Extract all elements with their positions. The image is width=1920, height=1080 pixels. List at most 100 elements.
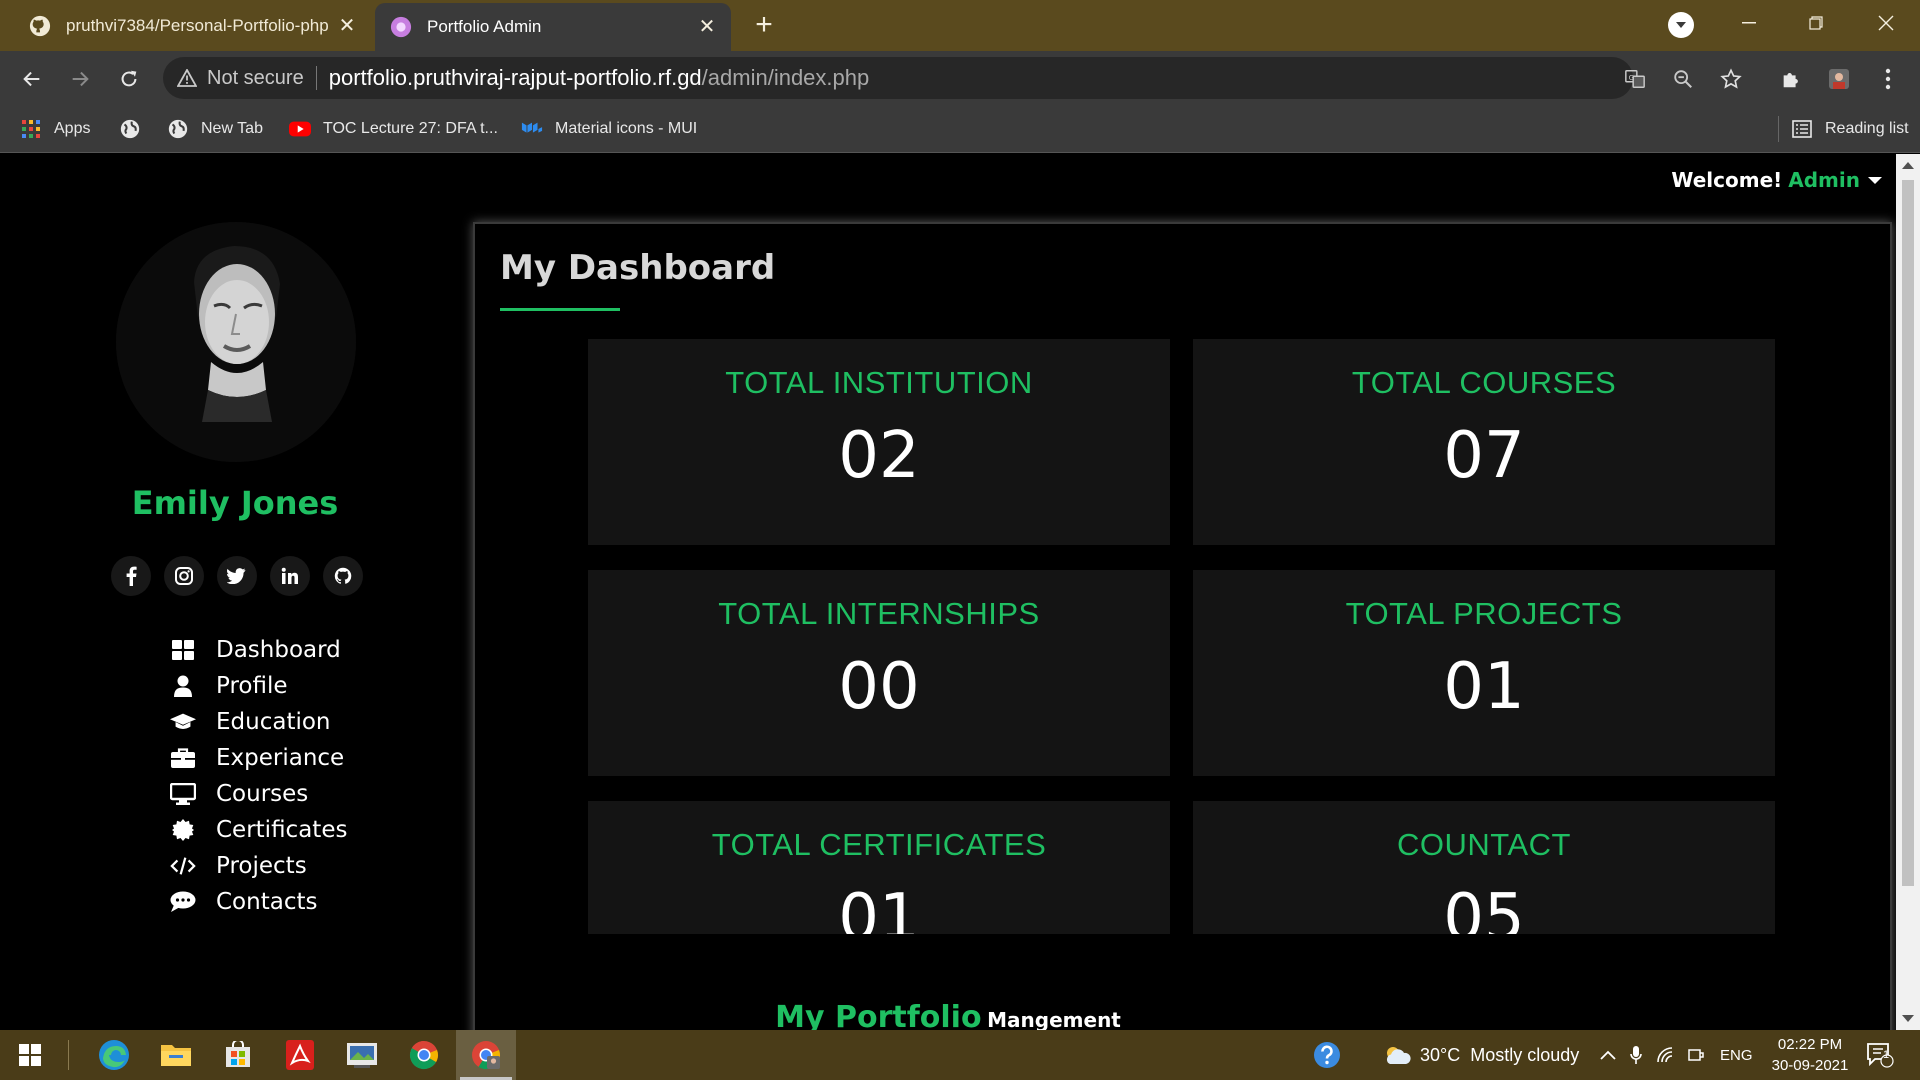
reload-icon <box>121 70 137 87</box>
wifi-icon[interactable] <box>1656 1047 1674 1063</box>
section-heading-primary: My Portfolio <box>775 1000 982 1030</box>
user-menu[interactable]: Welcome! Admin <box>1671 168 1882 192</box>
divider <box>315 66 317 90</box>
address-bar[interactable]: Not secure portfolio.pruthviraj-rajput-p… <box>163 57 1742 99</box>
stat-value: 00 <box>838 650 920 724</box>
sidebar-item-contacts[interactable]: Contacts <box>170 884 347 920</box>
windows-taskbar: 30°C Mostly cloudy ENG 02:22 PM 30-09-20… <box>0 1030 1920 1080</box>
clock[interactable]: 02:22 PM 30-09-2021 <box>1765 1034 1855 1076</box>
zoom-icon[interactable] <box>1671 67 1695 91</box>
reading-list-button[interactable]: Reading list <box>1778 116 1909 142</box>
graduation-cap-icon <box>170 709 196 735</box>
bookmark-toc-lecture[interactable]: TOC Lecture 27: DFA t... <box>289 116 498 142</box>
new-tab-button[interactable]: + <box>748 10 780 42</box>
code-icon <box>170 853 196 879</box>
weather-widget[interactable]: 30°C Mostly cloudy <box>1384 1030 1579 1080</box>
url-path: /admin/index.php <box>701 65 870 90</box>
bookmark-globe[interactable] <box>119 116 153 142</box>
extensions-button[interactable] <box>1775 63 1807 95</box>
taskbar-app-snipping[interactable] <box>332 1030 392 1080</box>
bookmark-material-icons[interactable]: Material icons - MUI <box>521 116 697 142</box>
star-icon[interactable] <box>1719 67 1743 91</box>
svg-text:G: G <box>1629 73 1635 82</box>
stat-label: TOTAL INSTITUTION <box>725 365 1033 400</box>
tab-title: pruthvi7384/Personal-Portfolio-php <box>66 15 329 35</box>
tab-search-button[interactable] <box>1668 12 1694 38</box>
menu-button[interactable] <box>1872 63 1904 95</box>
warning-icon[interactable] <box>177 69 197 87</box>
close-window-button[interactable] <box>1866 8 1906 38</box>
sidebar-item-dashboard[interactable]: Dashboard <box>170 632 347 668</box>
youtube-icon <box>289 118 311 140</box>
sidebar-item-profile[interactable]: Profile <box>170 668 347 704</box>
chevron-up-icon[interactable] <box>1600 1050 1616 1060</box>
portfolio-icon <box>389 15 413 39</box>
taskbar-app-acrobat[interactable] <box>270 1030 330 1080</box>
taskbar-app-edge[interactable] <box>84 1030 144 1080</box>
microphone-icon[interactable] <box>1630 1045 1642 1065</box>
close-icon[interactable]: ✕ <box>696 15 718 38</box>
sidebar-item-label: Contacts <box>216 889 318 915</box>
scroll-up-icon[interactable] <box>1902 162 1914 169</box>
profile-avatar[interactable] <box>1823 63 1855 95</box>
translate-icon[interactable]: G <box>1623 67 1647 91</box>
minimize-button[interactable] <box>1729 8 1769 38</box>
help-tray[interactable] <box>1312 1030 1342 1080</box>
forward-button[interactable] <box>64 63 96 95</box>
sidebar-item-experiance[interactable]: Experiance <box>170 740 347 776</box>
stat-label: TOTAL COURSES <box>1351 365 1617 400</box>
restore-button[interactable] <box>1796 8 1836 38</box>
dashboard-icon <box>170 637 196 663</box>
sidebar-item-label: Dashboard <box>216 637 341 663</box>
stat-card-courses: TOTAL COURSES 07 <box>1193 339 1775 545</box>
sidebar-item-label: Education <box>216 709 331 735</box>
taskbar-app-explorer[interactable] <box>146 1030 206 1080</box>
taskbar-app-chrome-profile[interactable] <box>456 1030 516 1080</box>
linkedin-link[interactable] <box>270 556 310 596</box>
chevron-down-icon <box>1676 22 1686 28</box>
stat-label: TOTAL PROJECTS <box>1345 596 1623 631</box>
chrome-icon <box>409 1041 438 1070</box>
tab-portfolio-admin[interactable]: Portfolio Admin ✕ <box>375 3 731 51</box>
battery-icon[interactable] <box>1688 1046 1706 1064</box>
twitter-link[interactable] <box>217 556 257 596</box>
page-scrollbar[interactable] <box>1896 154 1920 1030</box>
restore-icon <box>1809 16 1823 30</box>
tab-title: Portfolio Admin <box>427 17 542 36</box>
github-icon <box>334 567 352 584</box>
sidebar-item-courses[interactable]: Courses <box>170 776 347 812</box>
taskbar-app-chrome[interactable] <box>394 1030 454 1080</box>
browser-toolbar: Not secure portfolio.pruthviraj-rajput-p… <box>0 51 1920 106</box>
notification-count: 1 <box>1883 1049 1890 1061</box>
scrollbar-thumb[interactable] <box>1902 180 1914 886</box>
github-link[interactable] <box>323 556 363 596</box>
scroll-down-icon[interactable] <box>1902 1015 1914 1022</box>
stat-value: 01 <box>1443 650 1525 724</box>
profile-name: Emily Jones <box>131 484 339 522</box>
bookmark-new-tab[interactable]: New Tab <box>167 116 263 142</box>
sidebar-item-certificates[interactable]: Certificates <box>170 812 347 848</box>
tab-github[interactable]: pruthvi7384/Personal-Portfolio-php ✕ <box>0 0 368 51</box>
stat-value: 07 <box>1443 419 1525 493</box>
tray-icons: ENG <box>1600 1030 1753 1080</box>
taskbar-app-store[interactable] <box>208 1030 268 1080</box>
instagram-link[interactable] <box>164 556 204 596</box>
stat-card-projects: TOTAL PROJECTS 01 <box>1193 570 1775 776</box>
section-heading: My Portfolio Mangement <box>0 1000 1896 1030</box>
sidebar-item-label: Certificates <box>216 817 348 843</box>
sidebar-item-education[interactable]: Education <box>170 704 347 740</box>
bookmark-apps[interactable]: Apps <box>20 116 90 142</box>
facebook-link[interactable] <box>111 556 151 596</box>
back-button[interactable] <box>16 63 48 95</box>
clock-date: 30-09-2021 <box>1771 1057 1849 1074</box>
stat-label: TOTAL CERTIFICATES <box>711 827 1047 862</box>
start-button[interactable] <box>0 1030 60 1080</box>
reload-button[interactable] <box>113 63 145 95</box>
close-icon[interactable]: ✕ <box>336 14 358 37</box>
sidebar-item-projects[interactable]: Projects <box>170 848 347 884</box>
help-icon <box>1314 1042 1340 1068</box>
language-indicator[interactable]: ENG <box>1720 1047 1753 1064</box>
stat-value: 05 <box>1443 881 1525 934</box>
stat-card-contact: COUNTACT 05 <box>1193 801 1775 934</box>
notification-center-button[interactable]: 1 <box>1866 1030 1894 1080</box>
